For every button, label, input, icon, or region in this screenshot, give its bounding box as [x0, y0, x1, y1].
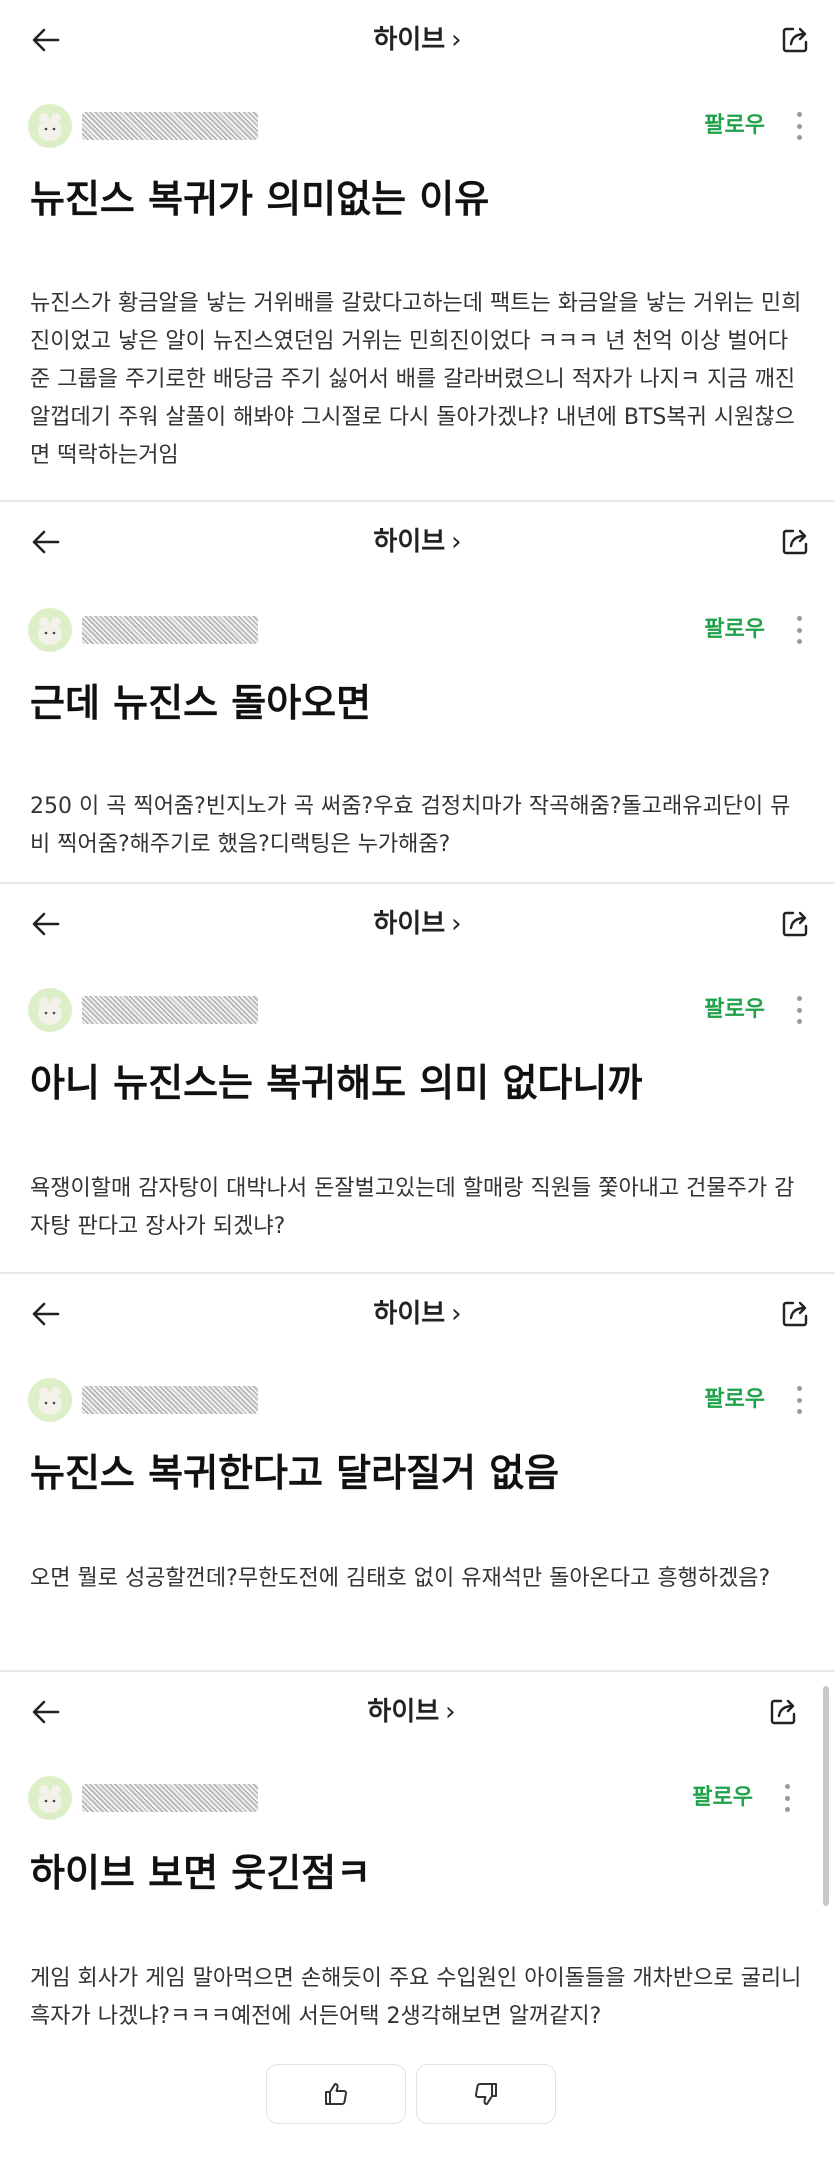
- post-3: 하이브 › 팔로우 아니 뉴진스는 복귀해도 의미 없다니까 욕쟁이할매 감자탕이…: [0, 884, 835, 1272]
- board-name: 하이브: [373, 527, 446, 557]
- more-vertical-icon: [796, 1386, 802, 1391]
- avatar[interactable]: [28, 1776, 72, 1820]
- post-header: 하이브 ›: [0, 1672, 835, 1752]
- board-link[interactable]: 하이브 ›: [0, 1296, 835, 1332]
- more-vertical-icon: [784, 1784, 790, 1789]
- author-name-redacted: [82, 112, 258, 140]
- author-row: 팔로우: [0, 1370, 835, 1430]
- post-body: 뉴진스가 황금알을 낳는 거위배를 갈랐다고하는데 팩트는 화금알을 낳는 거위…: [30, 291, 802, 468]
- like-button[interactable]: [266, 2064, 406, 2124]
- post-title: 아니 뉴진스는 복귀해도 의미 없다니까: [30, 1061, 643, 1105]
- chevron-right-icon: ›: [451, 909, 462, 939]
- board-name: 하이브: [373, 1299, 446, 1329]
- board-link[interactable]: 하이브 ›: [0, 524, 835, 560]
- thumbs-down-icon: [475, 2082, 497, 2105]
- board-name: 하이브: [373, 909, 446, 939]
- follow-button[interactable]: 팔로우: [704, 612, 765, 648]
- more-vertical-icon: [796, 616, 802, 621]
- chevron-right-icon: ›: [451, 527, 462, 557]
- board-link[interactable]: 하이브 ›: [0, 1694, 835, 1730]
- author-name-redacted: [82, 996, 258, 1024]
- board-link[interactable]: 하이브 ›: [0, 22, 835, 58]
- share-icon: [782, 27, 808, 53]
- more-vertical-icon: [796, 112, 802, 117]
- share-button[interactable]: [765, 1694, 801, 1730]
- thumbs-up-icon: [325, 2083, 347, 2106]
- post-title: 하이브 보면 웃긴점ㅋ: [30, 1851, 372, 1895]
- post-header: 하이브 ›: [0, 1274, 835, 1354]
- post-2: 하이브 › 팔로우 근데 뉴진스 돌아오면 250 이 곡 찍어줌?빈지노가 곡 …: [0, 502, 835, 882]
- share-icon: [770, 1699, 796, 1725]
- author-row: 팔로우: [0, 1768, 835, 1828]
- more-options-button[interactable]: [791, 110, 807, 142]
- reaction-bar: [266, 2064, 570, 2124]
- avatar[interactable]: [28, 104, 72, 148]
- post-title: 근데 뉴진스 돌아오면: [30, 681, 372, 725]
- share-icon: [782, 529, 808, 555]
- follow-button[interactable]: 팔로우: [704, 992, 765, 1028]
- share-button[interactable]: [777, 906, 813, 942]
- author-row: 팔로우: [0, 600, 835, 660]
- post-body: 250 이 곡 찍어줌?빈지노가 곡 써줌?우효 검정치마가 작곡해줌?돌고래유…: [30, 794, 791, 857]
- post-body: 오면 뭘로 성공할껀데?무한도전에 김태호 없이 유재석만 돌아온다고 흥행하겠…: [30, 1566, 771, 1591]
- post-title: 뉴진스 복귀한다고 달라질거 없음: [30, 1451, 560, 1495]
- board-link[interactable]: 하이브 ›: [0, 906, 835, 942]
- post-header: 하이브 ›: [0, 0, 835, 80]
- more-options-button[interactable]: [791, 994, 807, 1026]
- post-body: 게임 회사가 게임 말아먹으면 손해듯이 주요 수입원인 아이돌들을 개차반으로…: [30, 1966, 802, 2029]
- more-vertical-icon: [796, 996, 802, 1001]
- post-header: 하이브 ›: [0, 502, 835, 582]
- post-4: 하이브 › 팔로우 뉴진스 복귀한다고 달라질거 없음 오면 뭘로 성공할껀데?무…: [0, 1274, 835, 1670]
- author-name-redacted: [82, 1386, 258, 1414]
- chevron-right-icon: ›: [445, 1697, 456, 1727]
- share-icon: [782, 911, 808, 937]
- avatar[interactable]: [28, 988, 72, 1032]
- more-options-button[interactable]: [779, 1782, 795, 1814]
- post-1: 하이브 › 팔로우 뉴진스 복귀가 의미없는 이유 뉴진스가 황금알을 낳는 거위…: [0, 0, 835, 500]
- follow-button[interactable]: 팔로우: [704, 108, 765, 144]
- follow-button[interactable]: 팔로우: [704, 1382, 765, 1418]
- scrollbar[interactable]: [823, 1686, 829, 1906]
- share-button[interactable]: [777, 524, 813, 560]
- follow-button[interactable]: 팔로우: [692, 1780, 753, 1816]
- dislike-button[interactable]: [416, 2064, 556, 2124]
- author-row: 팔로우: [0, 96, 835, 156]
- more-options-button[interactable]: [791, 614, 807, 646]
- share-icon: [782, 1301, 808, 1327]
- share-button[interactable]: [777, 1296, 813, 1332]
- chevron-right-icon: ›: [451, 1299, 462, 1329]
- post-header: 하이브 ›: [0, 884, 835, 964]
- chevron-right-icon: ›: [451, 25, 462, 55]
- author-name-redacted: [82, 1784, 258, 1812]
- board-name: 하이브: [373, 25, 446, 55]
- avatar[interactable]: [28, 1378, 72, 1422]
- avatar[interactable]: [28, 608, 72, 652]
- post-title: 뉴진스 복귀가 의미없는 이유: [30, 177, 490, 221]
- post-body: 욕쟁이할매 감자탕이 대박나서 돈잘벌고있는데 할매랑 직원들 쫓아내고 건물주…: [30, 1176, 795, 1239]
- more-options-button[interactable]: [791, 1384, 807, 1416]
- board-name: 하이브: [367, 1697, 440, 1727]
- author-name-redacted: [82, 616, 258, 644]
- author-row: 팔로우: [0, 980, 835, 1040]
- share-button[interactable]: [777, 22, 813, 58]
